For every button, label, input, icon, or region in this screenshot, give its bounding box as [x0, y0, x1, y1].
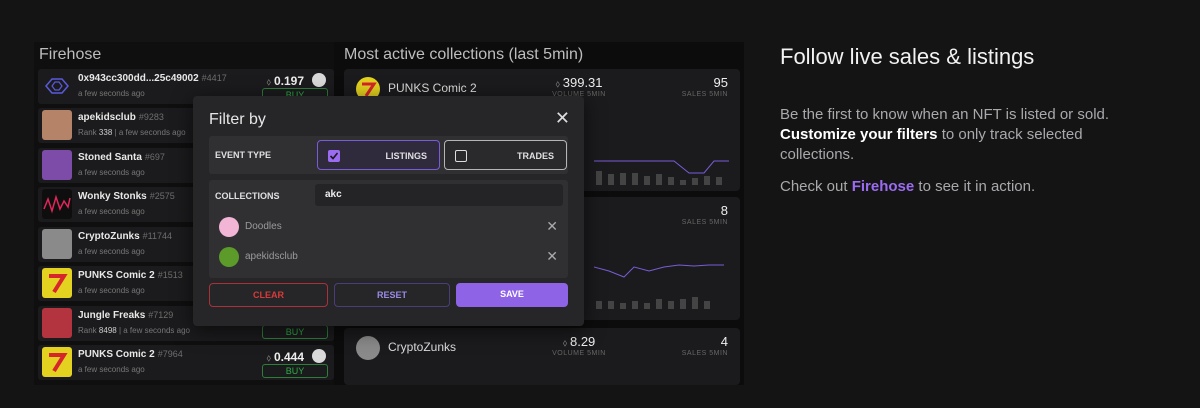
description-paragraph: Be the first to know when an NFT is list…	[780, 106, 1110, 163]
nft-thumbnail	[42, 150, 72, 180]
firehose-item-rank: Rank 8498 | a few seconds ago	[78, 326, 190, 335]
checkbox-empty-icon	[455, 150, 467, 162]
firehose-item-time: a few seconds ago	[78, 247, 145, 256]
eth-icon: ⬨	[266, 77, 271, 88]
buy-button[interactable]: BUY	[262, 325, 328, 339]
cta-paragraph: Check out Firehose to see it in action.	[780, 178, 1036, 195]
checkbox-checked-icon	[328, 150, 340, 162]
event-type-section: EVENT TYPE LISTINGS TRADES	[209, 136, 568, 174]
eth-icon: ⬨	[562, 338, 570, 349]
collection-card[interactable]: CryptoZunks ⬨ 8.29 VOLUME 5MIN 4 SALES 5…	[344, 328, 740, 385]
sales-label: SALES 5MIN	[681, 91, 728, 98]
firehose-row[interactable]: PUNKS Comic 2 #7964 a few seconds ago ⬨ 0.…	[38, 345, 334, 380]
event-type-label: EVENT TYPE	[215, 150, 272, 160]
firehose-item-name: Jungle Freaks #7129	[78, 310, 174, 321]
firehose-item-name: PUNKS Comic 2 #7964	[78, 349, 183, 360]
firehose-link[interactable]: Firehose	[852, 178, 915, 195]
firehose-item-name: apekidsclub #9283	[78, 112, 164, 123]
firehose-item-name: Wonky Stonks #2575	[78, 191, 175, 202]
app-screenshot: Firehose 0x943cc300dd...25c49002 #4417 a …	[34, 42, 744, 385]
firehose-item-price: ⬨ 0.197	[266, 74, 304, 88]
remove-icon[interactable]: ✕	[546, 218, 558, 235]
remove-icon[interactable]: ✕	[546, 248, 558, 265]
filter-modal: Filter by ✕ EVENT TYPE LISTINGS TRADES C…	[193, 96, 584, 326]
nft-thumbnail	[42, 268, 72, 298]
firehose-item-name: PUNKS Comic 2 #1513	[78, 270, 183, 281]
collections-title: Most active collections (last 5min)	[344, 46, 584, 63]
firehose-title: Firehose	[39, 46, 102, 63]
chart-icon[interactable]	[312, 73, 326, 87]
listings-toggle[interactable]: LISTINGS	[317, 140, 440, 170]
collection-name: PUNKS Comic 2	[388, 81, 477, 95]
collection-sales: 4	[720, 334, 728, 349]
firehose-item-time: a few seconds ago	[78, 207, 145, 216]
customize-filters-highlight: Customize your filters	[780, 126, 938, 143]
firehose-item-name: CryptoZunks #11744	[78, 231, 173, 242]
firehose-item-price: ⬨ 0.444	[266, 350, 304, 364]
volume-label: VOLUME 5MIN	[552, 350, 606, 357]
modal-title: Filter by	[209, 111, 266, 128]
reset-button[interactable]: RESET	[334, 283, 450, 307]
selected-collection: apekidsclub ✕	[217, 245, 562, 269]
collections-search-input[interactable]: akc	[315, 184, 563, 206]
trades-label: TRADES	[516, 151, 554, 161]
firehose-item-time: a few seconds ago	[78, 168, 145, 177]
collection-logo-icon	[42, 71, 72, 101]
collection-avatar	[219, 247, 239, 267]
collection-avatar	[219, 217, 239, 237]
clear-button[interactable]: CLEAR	[209, 283, 328, 307]
firehose-item-time: a few seconds ago	[78, 286, 145, 295]
close-icon[interactable]: ✕	[555, 108, 570, 129]
collection-sales: 8	[720, 203, 728, 218]
nft-thumbnail	[42, 189, 72, 219]
nft-thumbnail	[42, 347, 72, 377]
eth-icon: ⬨	[555, 79, 563, 90]
collection-name: CryptoZunks	[388, 340, 457, 354]
firehose-item-name: 0x943cc300dd...25c49002 #4417	[78, 73, 227, 84]
firehose-item-time: a few seconds ago	[78, 89, 145, 98]
section-heading: Follow live sales & listings	[780, 44, 1035, 69]
sparkline-chart	[594, 264, 724, 309]
collection-volume: ⬨ 399.31	[555, 75, 603, 90]
nft-thumbnail	[42, 308, 72, 338]
collection-avatar	[356, 336, 380, 360]
trades-toggle[interactable]: TRADES	[444, 140, 567, 170]
collection-sales: 95	[713, 75, 728, 90]
chart-icon[interactable]	[312, 349, 326, 363]
sales-label: SALES 5MIN	[681, 219, 728, 226]
save-button[interactable]: SAVE	[456, 283, 568, 307]
stage: Firehose 0x943cc300dd...25c49002 #4417 a …	[0, 0, 1200, 408]
firehose-item-time: a few seconds ago	[78, 365, 145, 374]
selected-collection: Doodles ✕	[217, 215, 562, 239]
collection-volume: ⬨ 8.29	[562, 334, 596, 349]
selected-collection-name: apekidsclub	[245, 251, 298, 262]
eth-icon: ⬨	[266, 353, 271, 364]
sparkline-chart	[594, 160, 729, 185]
nft-thumbnail	[42, 229, 72, 259]
selected-collection-name: Doodles	[245, 221, 282, 232]
buy-button[interactable]: BUY	[262, 364, 328, 378]
sales-label: SALES 5MIN	[681, 350, 728, 357]
collections-section: COLLECTIONS akc Doodles ✕ apekidsclub ✕	[209, 180, 568, 278]
firehose-item-name: Stoned Santa #697	[78, 152, 165, 163]
collections-label: COLLECTIONS	[215, 191, 280, 201]
listings-label: LISTINGS	[385, 151, 427, 161]
nft-thumbnail	[42, 110, 72, 140]
firehose-item-rank: Rank 338 | a few seconds ago	[78, 128, 186, 137]
